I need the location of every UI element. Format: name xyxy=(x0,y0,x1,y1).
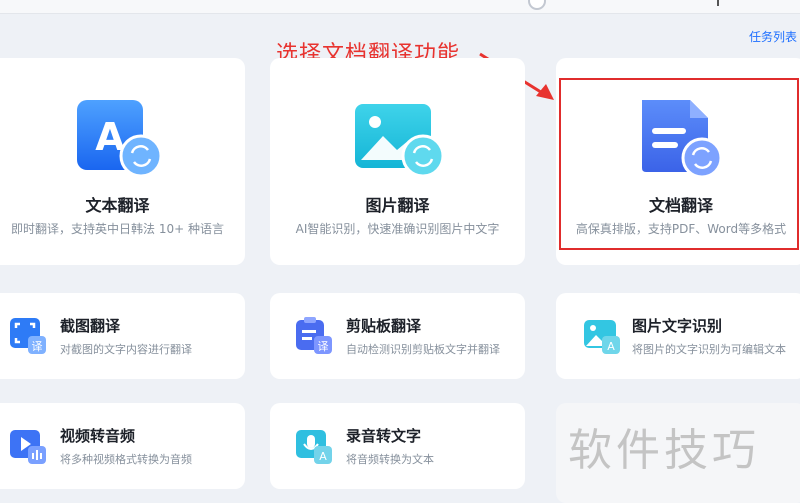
tool-card-video-to-audio[interactable]: 视频转音频 将多种视频格式转换为音频 xyxy=(0,403,245,489)
feature-title: 文本翻译 xyxy=(85,196,150,215)
tool-card-image-ocr[interactable]: A 图片文字识别 将图片的文字识别为可编辑文本 xyxy=(556,293,800,379)
tool-title: 剪贴板翻译 xyxy=(346,317,422,335)
window-control-icon[interactable] xyxy=(717,0,719,6)
top-bar xyxy=(0,0,800,14)
svg-text:A: A xyxy=(319,450,327,463)
tool-card-clipboard-translate[interactable]: 译 剪贴板翻译 自动检测识别剪贴板文字并翻译 xyxy=(270,293,525,379)
feature-desc: AI智能识别，快速准确识别图片中文字 xyxy=(295,222,500,236)
search-icon[interactable] xyxy=(528,0,546,10)
highlight-box xyxy=(559,78,799,250)
feature-title: 图片翻译 xyxy=(365,196,430,215)
watermark: 软件技巧 xyxy=(568,425,760,476)
video-to-audio-icon xyxy=(8,426,48,466)
svg-text:译: 译 xyxy=(318,340,329,353)
tool-title: 截图翻译 xyxy=(60,317,121,335)
image-ocr-icon: A xyxy=(582,316,622,356)
clipboard-translate-icon: 译 xyxy=(294,316,334,356)
feature-card-image-translate[interactable]: 图片翻译 AI智能识别，快速准确识别图片中文字 xyxy=(270,58,525,265)
svg-text:译: 译 xyxy=(32,340,43,353)
tool-title: 图片文字识别 xyxy=(632,317,723,335)
feature-desc: 即时翻译，支持英中日韩法 10+ 种语言 xyxy=(11,222,224,236)
tool-desc: 对截图的文字内容进行翻译 xyxy=(60,343,192,356)
task-list-link[interactable]: 任务列表 xyxy=(749,28,797,45)
tool-desc: 自动检测识别剪贴板文字并翻译 xyxy=(346,343,500,356)
screenshot-translate-icon: 译 xyxy=(8,316,48,356)
tool-card-audio-to-text[interactable]: A 录音转文字 将音频转换为文本 xyxy=(270,403,525,489)
svg-text:A: A xyxy=(607,340,615,353)
tool-desc: 将多种视频格式转换为音频 xyxy=(60,453,192,466)
feature-card-text-translate[interactable]: A 文本翻译 即时翻译，支持英中日韩法 10+ 种语言 xyxy=(0,58,245,265)
tool-title: 视频转音频 xyxy=(60,427,136,445)
text-translate-icon: A xyxy=(73,98,163,188)
tool-desc: 将图片的文字识别为可编辑文本 xyxy=(632,343,786,356)
tool-desc: 将音频转换为文本 xyxy=(346,453,434,466)
tool-card-screenshot-translate[interactable]: 译 截图翻译 对截图的文字内容进行翻译 xyxy=(0,293,245,379)
tool-title: 录音转文字 xyxy=(346,427,422,445)
image-translate-icon xyxy=(353,98,444,188)
audio-to-text-icon: A xyxy=(294,426,334,466)
